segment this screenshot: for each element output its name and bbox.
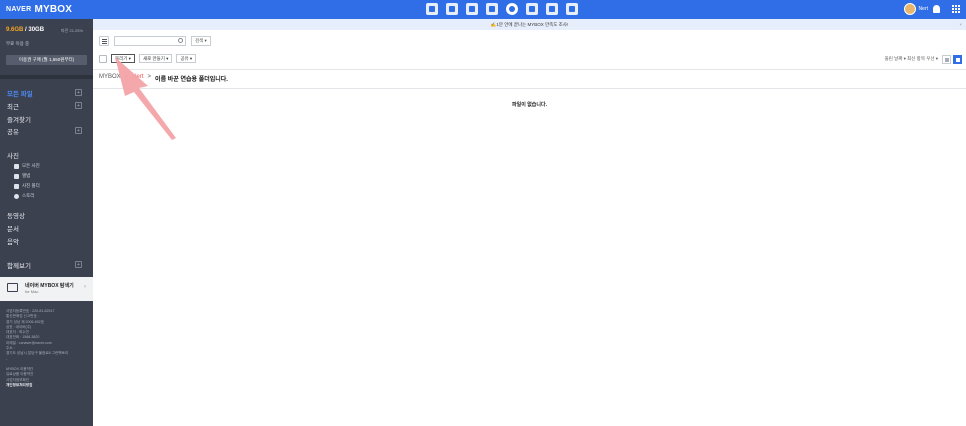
quota-used: 9.6GB	[6, 27, 24, 33]
cafe-icon[interactable]	[546, 3, 558, 15]
add-icon[interactable]: +	[75, 261, 82, 268]
promo-title: 네이버 MYBOX 탐색기	[25, 283, 74, 289]
search-toolbar: 검색 ▾	[99, 36, 211, 46]
sidebar-item-shared[interactable]: 공유	[7, 126, 19, 136]
folder-icon	[14, 183, 19, 189]
storage-quota: 9.6GB / 30GB	[6, 27, 44, 33]
app-switcher	[426, 3, 578, 15]
action-toolbar: 올리기 ▾ 새로 만들기 ▾ 공유 ▾	[99, 54, 197, 63]
calendar-icon[interactable]	[446, 3, 458, 15]
chevron-right-icon: ›	[84, 284, 86, 290]
brand-logo[interactable]: NAVER MYBOX	[6, 4, 72, 15]
mail-icon[interactable]	[426, 3, 438, 15]
sidebar-item-label: 스토리	[22, 193, 35, 198]
view-toggle	[942, 55, 962, 64]
add-icon[interactable]: +	[75, 89, 82, 96]
more-icon[interactable]	[566, 3, 578, 15]
office-icon[interactable]	[526, 3, 538, 15]
contacts-icon[interactable]	[486, 3, 498, 15]
plan-status: 무료 이용 중	[6, 41, 30, 46]
footer-line: 경기도 성남시 분당구 불정로6 그린팩토리	[6, 351, 69, 356]
quota-total: 30GB	[28, 27, 45, 33]
monitor-icon	[7, 283, 18, 292]
sidebar-item-favorites[interactable]: 즐겨찾기	[7, 114, 31, 124]
upload-button[interactable]: 올리기 ▾	[111, 54, 135, 63]
apps-grid-icon[interactable]	[952, 5, 960, 13]
breadcrumb-current: 이름 바꾼 연습용 폴더입니다.	[155, 77, 228, 83]
mybox-logo-text: MYBOX	[34, 4, 73, 15]
breadcrumb: MYBOX > Nert > 이름 바꾼 연습용 폴더입니다.	[99, 74, 228, 83]
memo-icon[interactable]	[466, 3, 478, 15]
sidebar-item-label: 앨범	[22, 173, 31, 178]
menu-icon[interactable]	[99, 36, 109, 46]
sidebar: 9.6GB / 30GB 파란 21.25% 무료 이용 중 이용권 구매 (월…	[0, 19, 93, 426]
sidebar-divider	[0, 75, 93, 79]
sidebar-item-documents[interactable]: 문서	[7, 223, 19, 233]
search-input[interactable]	[114, 36, 186, 46]
add-icon[interactable]: +	[75, 102, 82, 109]
user-name: Nert	[918, 6, 928, 12]
breadcrumb-divider	[93, 88, 966, 89]
sidebar-item-photos[interactable]: 사진	[7, 150, 19, 160]
photo-icon	[14, 163, 19, 169]
top-navigation-bar: NAVER MYBOX Nert	[0, 0, 966, 19]
add-icon[interactable]: +	[75, 127, 82, 134]
sidebar-item-stories[interactable]: 스토리	[14, 193, 34, 199]
mybox-icon[interactable]	[506, 3, 518, 15]
quota-percent: 파란 21.25%	[61, 28, 84, 33]
new-button[interactable]: 새로 만들기 ▾	[138, 54, 173, 63]
user-menu[interactable]: Nert	[903, 3, 928, 15]
breadcrumb-separator: >	[124, 74, 129, 80]
list-view-icon[interactable]	[942, 55, 951, 64]
sidebar-item-shared-view[interactable]: 함께보기	[7, 260, 31, 270]
banner-text: ✍️1분 안에 끝나는 MYBOX 만족도 조사!	[490, 22, 569, 27]
sidebar-item-label: 사진 폴더	[22, 183, 40, 188]
sidebar-item-recent[interactable]: 최근	[7, 101, 19, 111]
search-scope-select[interactable]: 검색 ▾	[191, 36, 211, 46]
toolbar-divider	[93, 69, 966, 70]
promo-subtitle: for Mac	[25, 289, 39, 294]
breadcrumb-folder[interactable]: Nert	[132, 74, 143, 83]
search-icon[interactable]	[178, 38, 183, 43]
breadcrumb-separator: >	[147, 74, 152, 80]
sidebar-item-photo-folders[interactable]: 사진 폴더	[14, 183, 40, 189]
select-all-checkbox[interactable]	[99, 54, 107, 63]
close-icon[interactable]: ×	[959, 19, 962, 30]
sidebar-item-all-files[interactable]: 모든 파일	[7, 88, 33, 98]
empty-state-message: 파일이 없습니다.	[512, 102, 547, 108]
company-info: 사업자등록번호 : 220-81-62517 통신판매업 신고번호 : 경기 성…	[6, 309, 68, 388]
explorer-promo[interactable]: 네이버 MYBOX 탐색기 for Mac ›	[0, 277, 93, 301]
album-icon	[14, 173, 19, 179]
sort-options[interactable]: 올린 날짜 ▾ 최신 항목 우선 ▾	[885, 56, 938, 62]
story-icon	[14, 193, 19, 199]
sidebar-item-all-photos[interactable]: 모든 사진	[14, 163, 40, 169]
sidebar-item-music[interactable]: 음악	[7, 236, 19, 246]
sidebar-item-label: 모든 사진	[22, 163, 40, 168]
grid-view-icon[interactable]	[953, 55, 962, 64]
avatar	[903, 3, 916, 15]
share-button[interactable]: 공유 ▾	[176, 54, 197, 63]
breadcrumb-root[interactable]: MYBOX	[99, 74, 121, 83]
naver-logo-text: NAVER	[6, 6, 32, 13]
sidebar-item-albums[interactable]: 앨범	[14, 173, 30, 179]
annotation-arrow-icon	[115, 57, 176, 140]
buy-plan-button[interactable]: 이용권 구매 (월 1,650원부터)	[6, 55, 87, 65]
footer-link-privacy[interactable]: 개인정보처리방침	[6, 383, 68, 388]
survey-banner[interactable]: ✍️1분 안에 끝나는 MYBOX 만족도 조사! ×	[93, 19, 966, 30]
bell-icon[interactable]	[933, 5, 940, 13]
sidebar-item-videos[interactable]: 동영상	[7, 210, 25, 220]
